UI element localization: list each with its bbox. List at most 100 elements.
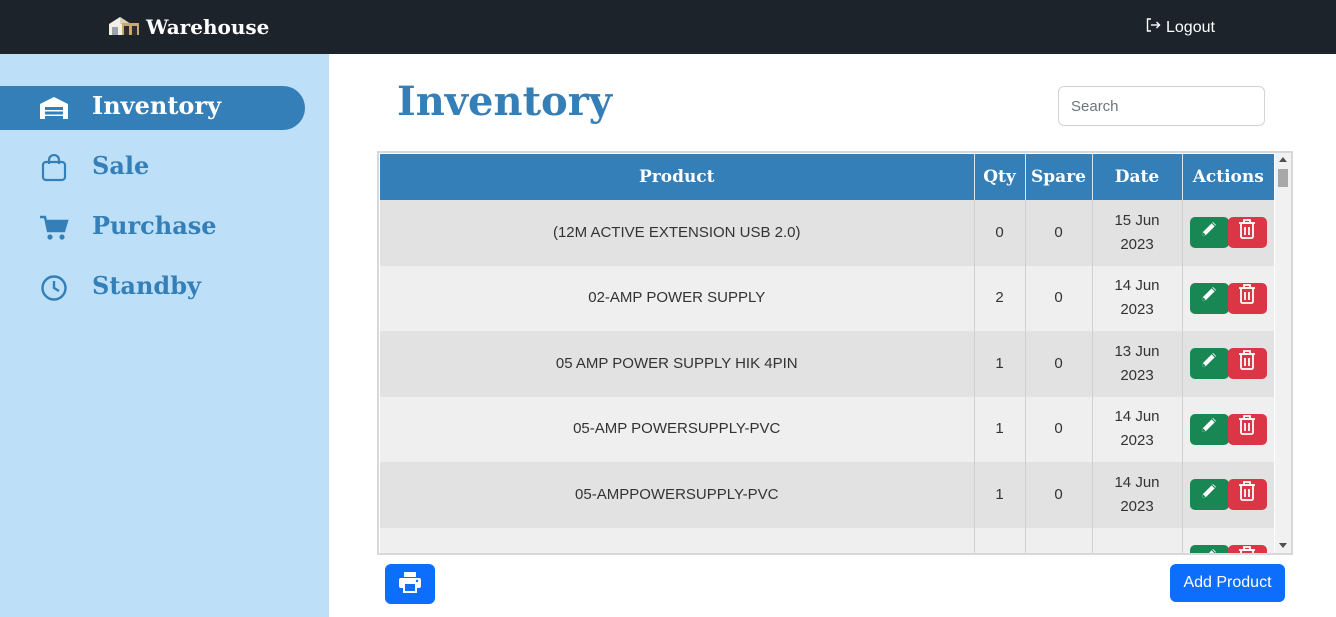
spare-cell: [1025, 527, 1093, 553]
delete-button[interactable]: [1227, 544, 1267, 553]
pencil-icon: [1198, 480, 1220, 510]
sidebar-item-inventory[interactable]: Inventory: [0, 86, 305, 130]
qty-cell: 1: [974, 462, 1026, 528]
date-cell: 14 Jun 2023: [1092, 265, 1183, 331]
trash-icon: [1237, 480, 1257, 510]
scroll-down-arrow-icon[interactable]: [1279, 543, 1287, 548]
pencil-icon: [1198, 414, 1220, 444]
trash-icon: [1237, 414, 1257, 444]
column-header-spare[interactable]: Spare: [1025, 154, 1093, 200]
scroll-up-arrow-icon[interactable]: [1279, 157, 1287, 162]
sidebar-item-label: Purchase: [92, 211, 217, 240]
print-button[interactable]: [385, 564, 435, 604]
trash-icon: [1237, 218, 1257, 248]
delete-button[interactable]: [1227, 348, 1267, 380]
product-cell: 05-AMPPOWERSUPPLY-PVC: [380, 462, 975, 528]
date-cell: 14 Jun 2023: [1092, 396, 1183, 462]
date-day: 14 Jun: [1114, 408, 1160, 426]
spare-cell: 0: [1025, 462, 1093, 528]
column-header-date[interactable]: Date: [1092, 154, 1183, 200]
date-cell: 13 Jun 2023: [1092, 331, 1183, 397]
delete-button[interactable]: [1227, 479, 1267, 511]
table-scrollbar[interactable]: [1275, 153, 1291, 553]
actions-cell: [1182, 396, 1274, 462]
page-title: Inventory: [397, 78, 613, 125]
table-row: 14 Jun: [380, 527, 1274, 553]
logout-label: Logout: [1166, 18, 1215, 36]
spare-cell: 0: [1025, 265, 1093, 331]
actions-cell: [1182, 265, 1274, 331]
date-year: 2023: [1120, 432, 1154, 450]
delete-button[interactable]: [1227, 413, 1267, 445]
edit-button[interactable]: [1189, 413, 1229, 445]
date-day: 14 Jun: [1114, 551, 1159, 553]
trash-icon: [1237, 283, 1257, 313]
pencil-icon: [1198, 349, 1220, 379]
trash-icon: [1237, 349, 1257, 379]
date-year: 2023: [1120, 301, 1154, 319]
product-cell: [380, 527, 975, 553]
add-product-button[interactable]: Add Product: [1170, 564, 1285, 602]
date-year: 2023: [1120, 235, 1154, 253]
brand-name: Warehouse: [146, 15, 270, 39]
date-cell: 15 Jun 2023: [1092, 200, 1183, 266]
table-row: 05 AMP POWER SUPPLY HIK 4PIN 1 0 13 Jun 2023: [380, 331, 1274, 397]
product-cell: 02-AMP POWER SUPPLY: [380, 265, 975, 331]
qty-cell: 1: [974, 396, 1026, 462]
logout-icon: [1145, 17, 1161, 38]
table-header-row: Product Qty Spare Date Actions: [380, 154, 1274, 200]
date-year: 2023: [1120, 366, 1154, 384]
column-header-product[interactable]: Product: [380, 154, 975, 200]
table-row: 05-AMPPOWERSUPPLY-PVC 1 0 14 Jun 2023: [380, 462, 1274, 528]
edit-button[interactable]: [1189, 544, 1229, 553]
date-cell: 14 Jun: [1092, 527, 1183, 553]
scroll-thumb[interactable]: [1278, 169, 1288, 187]
table-row: 05-AMP POWERSUPPLY-PVC 1 0 14 Jun 2023: [380, 396, 1274, 462]
column-header-qty[interactable]: Qty: [974, 154, 1026, 200]
sidebar-item-label: Inventory: [92, 91, 222, 120]
edit-button[interactable]: [1189, 479, 1229, 511]
actions-cell: [1182, 527, 1274, 553]
warehouse-icon: [38, 94, 70, 122]
shopping-bag-icon: [38, 154, 70, 182]
product-cell: 05 AMP POWER SUPPLY HIK 4PIN: [380, 331, 975, 397]
clock-icon: [38, 274, 70, 302]
sidebar-item-label: Standby: [92, 271, 201, 300]
delete-button[interactable]: [1227, 282, 1267, 314]
pencil-icon: [1198, 545, 1220, 553]
edit-button[interactable]: [1189, 348, 1229, 380]
cart-icon: [38, 214, 70, 242]
sidebar-item-standby[interactable]: Standby: [0, 266, 305, 310]
spare-cell: 0: [1025, 396, 1093, 462]
date-day: 14 Jun: [1114, 277, 1160, 295]
pencil-icon: [1198, 218, 1220, 248]
date-day: 14 Jun: [1114, 473, 1160, 491]
pencil-icon: [1198, 283, 1220, 313]
sidebar: Inventory Sale Purchase Standby: [0, 54, 329, 617]
inventory-table: Product Qty Spare Date Actions (12M ACTI…: [380, 154, 1274, 553]
qty-cell: [974, 527, 1026, 553]
brand[interactable]: Warehouse: [108, 12, 269, 42]
date-day: 15 Jun: [1114, 211, 1160, 229]
sidebar-item-label: Sale: [92, 151, 150, 180]
product-cell: (12M ACTIVE EXTENSION USB 2.0): [380, 200, 975, 266]
edit-button[interactable]: [1189, 217, 1229, 249]
table-row: 02-AMP POWER SUPPLY 2 0 14 Jun 2023: [380, 265, 1274, 331]
product-cell: 05-AMP POWERSUPPLY-PVC: [380, 396, 975, 462]
spare-cell: 0: [1025, 200, 1093, 266]
date-year: 2023: [1120, 497, 1154, 515]
date-cell: 14 Jun 2023: [1092, 462, 1183, 528]
actions-cell: [1182, 331, 1274, 397]
edit-button[interactable]: [1189, 282, 1229, 314]
sidebar-item-sale[interactable]: Sale: [0, 146, 305, 190]
delete-button[interactable]: [1227, 217, 1267, 249]
sidebar-item-purchase[interactable]: Purchase: [0, 206, 305, 250]
logout-button[interactable]: Logout: [1145, 17, 1215, 38]
search-input[interactable]: [1058, 86, 1265, 126]
qty-cell: 2: [974, 265, 1026, 331]
date-day: 13 Jun: [1114, 342, 1160, 360]
table-row: (12M ACTIVE EXTENSION USB 2.0) 0 0 15 Jun 20…: [380, 200, 1274, 266]
spare-cell: 0: [1025, 331, 1093, 397]
inventory-table-container: Product Qty Spare Date Actions (12M ACTI…: [377, 151, 1293, 555]
trash-icon: [1237, 545, 1257, 553]
